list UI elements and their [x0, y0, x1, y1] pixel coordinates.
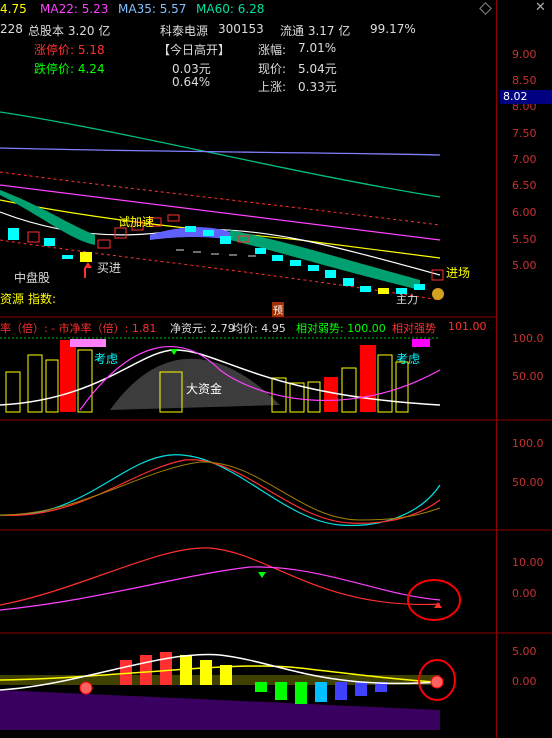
- y-tick: 100.0: [512, 332, 544, 345]
- candle: [378, 288, 389, 294]
- index-label: 指数:: [28, 292, 57, 306]
- candle: [308, 265, 319, 271]
- y-tick: 50.00: [512, 370, 544, 383]
- chart-canvas: [0, 111, 552, 730]
- candle: [97, 239, 111, 249]
- relative-strong-label: 相对强势: [392, 322, 436, 335]
- down-arrow-icon: [170, 349, 178, 355]
- consider-label: 考虑: [94, 352, 119, 366]
- resource-label: 资源: [0, 292, 25, 306]
- candle: [414, 284, 425, 290]
- candle: [290, 260, 301, 266]
- pb-ratio: 率（倍）: - 市净率（倍）: 1.81: [0, 322, 157, 335]
- y-tick: 8.50: [512, 74, 537, 87]
- relative-strength: 相对弱势: 100.00: [296, 322, 386, 335]
- y-tick: 9.00: [512, 48, 537, 61]
- candle: [203, 230, 214, 236]
- y-tick: 7.00: [512, 153, 537, 166]
- candle: [62, 255, 73, 259]
- big-fund-label: 大资金: [186, 382, 223, 396]
- relative-strong-value: 101.00: [448, 320, 487, 333]
- enter-label: 进场: [446, 266, 471, 280]
- buy-label: 买进: [97, 261, 122, 275]
- buy-arrow-icon: [84, 262, 92, 268]
- avg-price: 均价: 4.95: [232, 322, 286, 335]
- y-tick: 100.0: [512, 437, 544, 450]
- y-tick: 5.50: [512, 233, 537, 246]
- green-ribbon-right: [230, 230, 420, 290]
- coin-icon: [432, 288, 444, 300]
- consider-box: [70, 339, 106, 347]
- candle: [220, 236, 231, 244]
- candle: [8, 228, 19, 240]
- candle: [44, 238, 55, 246]
- purple-area: [0, 690, 440, 730]
- current-price-badge: 8.02: [500, 90, 552, 104]
- try-speed-label: 试加速: [118, 215, 155, 229]
- consider-label: 考虑: [396, 352, 421, 366]
- red-dashed-band-top: [0, 171, 441, 226]
- down-arrow-icon: [258, 572, 266, 578]
- candle: [325, 270, 336, 278]
- candle: [27, 231, 40, 243]
- y-tick: 6.50: [512, 179, 537, 192]
- candle: [272, 255, 283, 261]
- y-tick: 0.00: [512, 587, 537, 600]
- main-force-label: 主力: [396, 293, 418, 306]
- candle: [167, 214, 180, 222]
- candle: [431, 269, 444, 281]
- ma60-line: [0, 111, 441, 198]
- candle: [185, 226, 196, 232]
- y-tick: 10.00: [512, 556, 544, 569]
- y-tick: 7.50: [512, 127, 537, 140]
- candle: [360, 286, 371, 292]
- y-tick: 5.00: [512, 259, 537, 272]
- y-tick: 5.00: [512, 645, 537, 658]
- mid-small-cap-label: 中盘股: [14, 271, 51, 285]
- candle: [255, 248, 266, 254]
- candle: [343, 278, 354, 286]
- y-tick: 0.00: [512, 675, 537, 688]
- candle: [80, 252, 92, 262]
- pre-badge: 预: [272, 302, 284, 317]
- y-tick: 6.00: [512, 206, 537, 219]
- y-tick: 50.00: [512, 476, 544, 489]
- net-asset: 净资元: 2.79: [170, 322, 235, 335]
